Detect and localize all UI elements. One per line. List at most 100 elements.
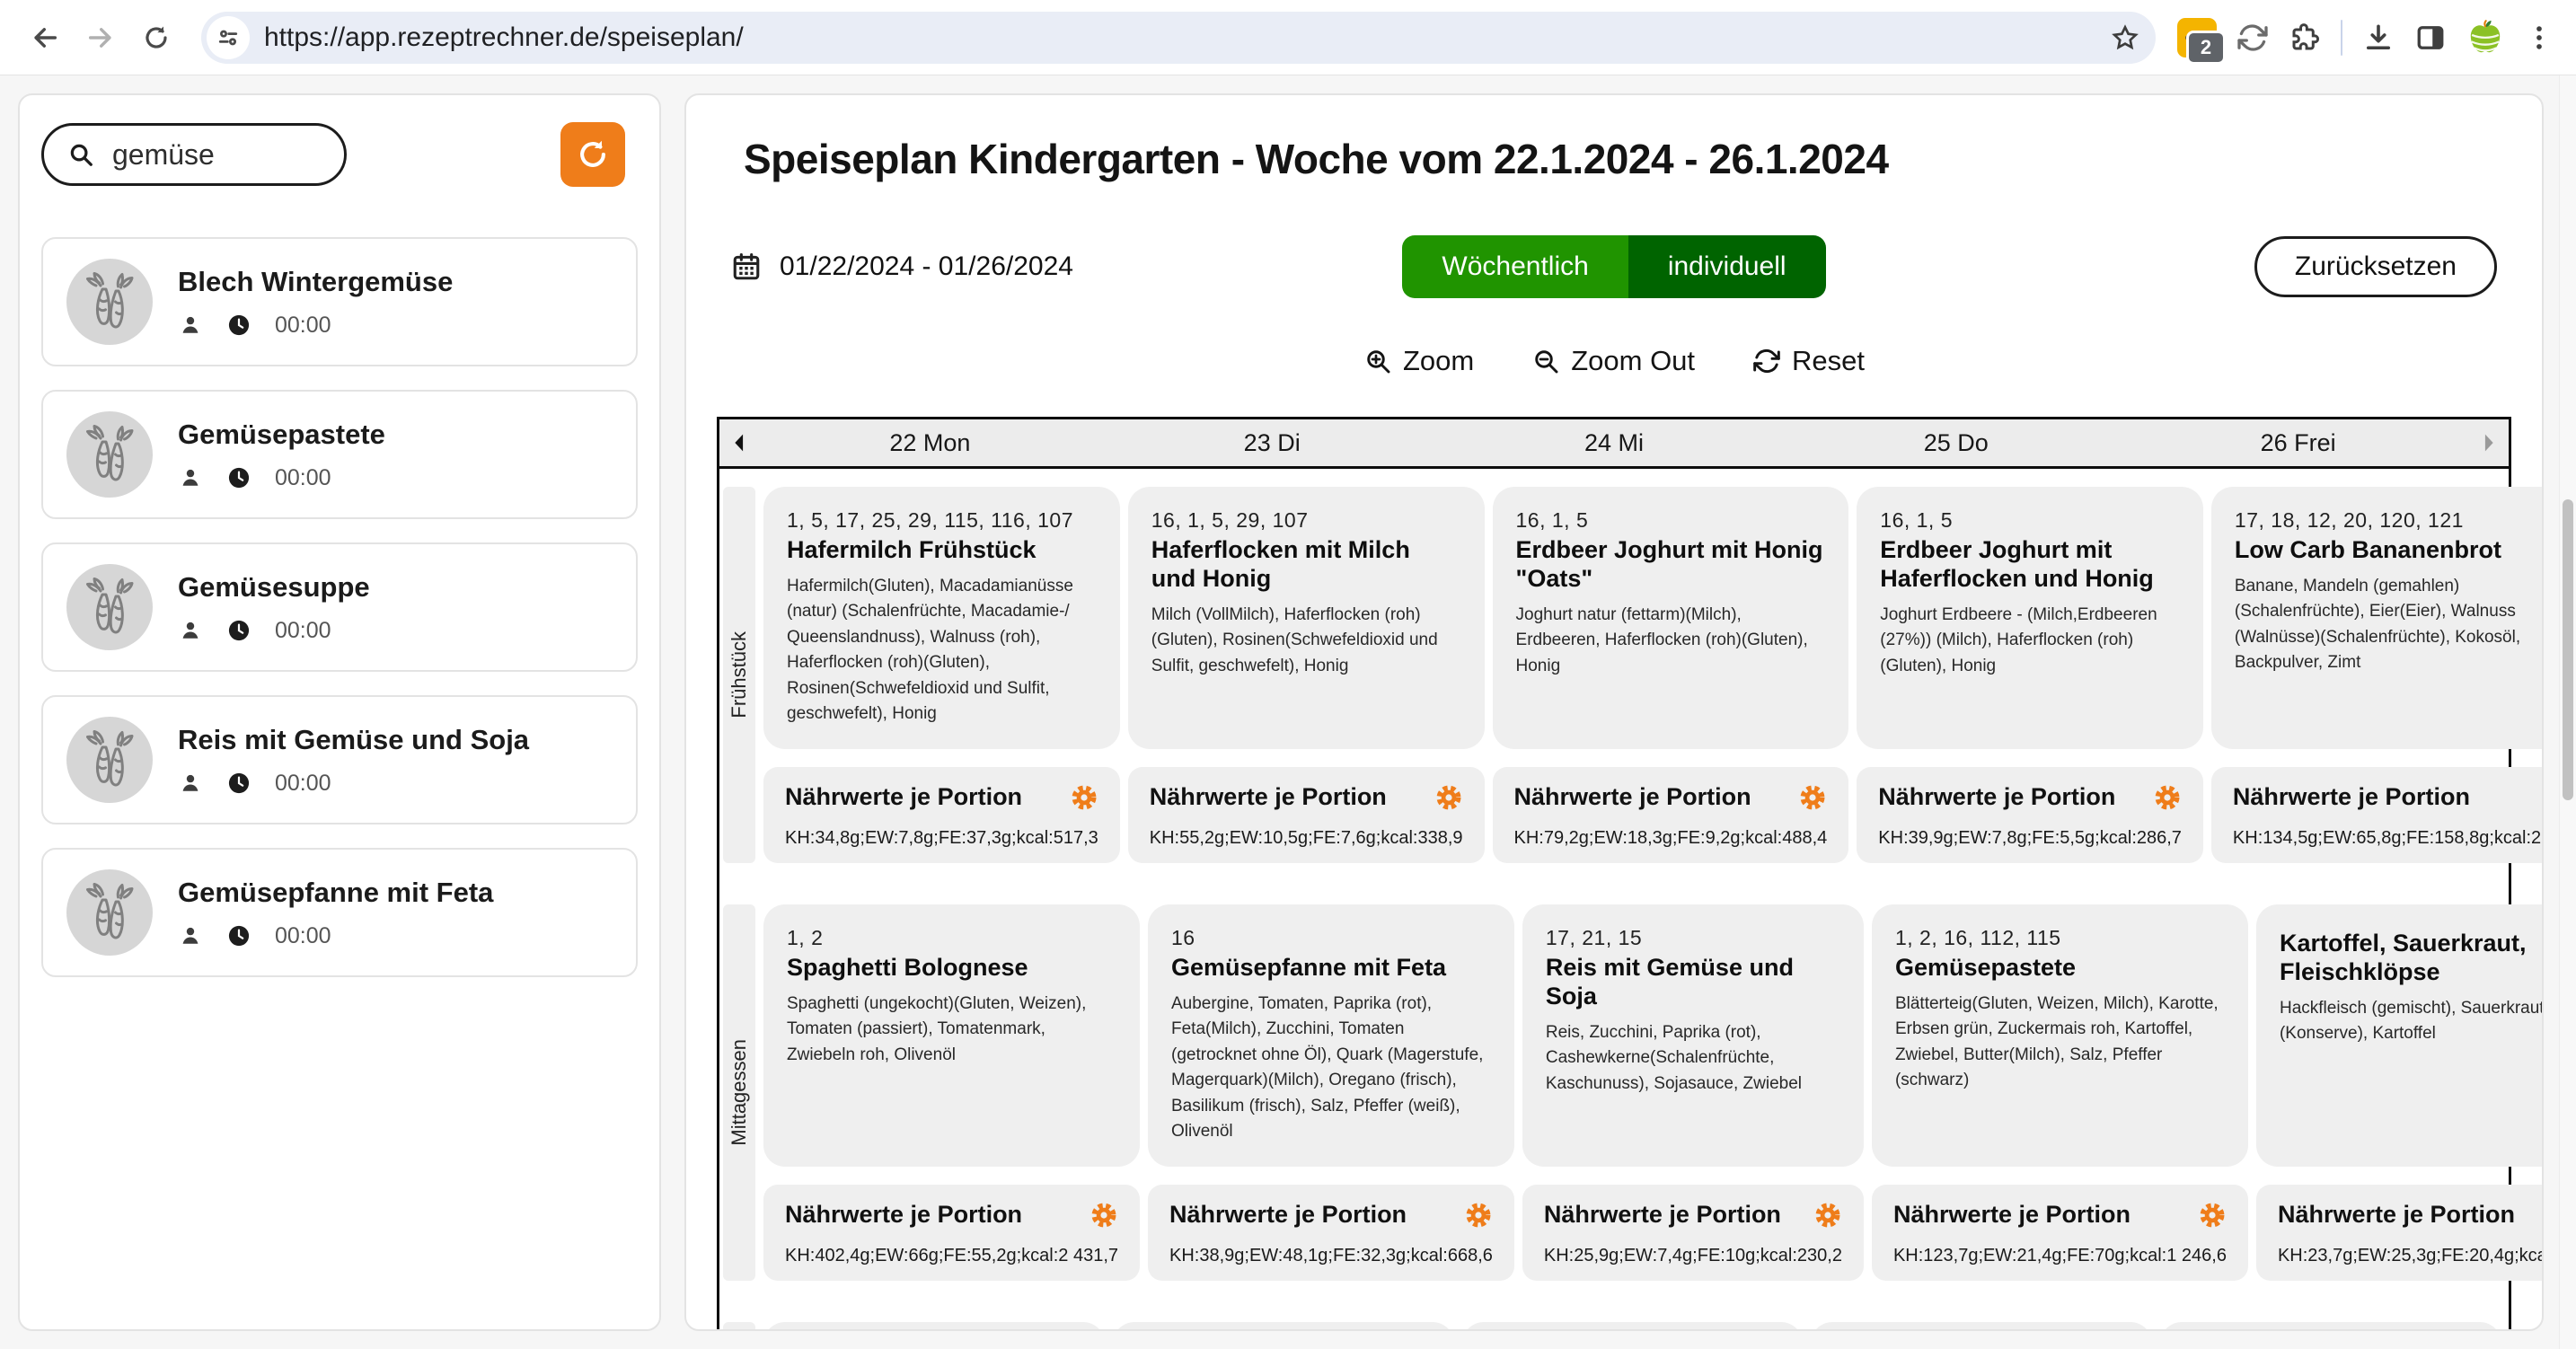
- nutrition-label: Nährwerte je Portion: [1892, 1201, 2131, 1229]
- magnifier-minus-icon: [1531, 347, 1560, 375]
- recipe-search[interactable]: [41, 123, 347, 186]
- meal-card[interactable]: 1, 2, 16, 112, 115 Gemüsepastete Blätter…: [1871, 904, 2248, 1167]
- gear-icon[interactable]: [1798, 783, 1827, 812]
- extensions-puzzle-icon[interactable]: [2289, 22, 2321, 54]
- zoom-reset-label: Reset: [1792, 345, 1866, 376]
- carrot-avatar-icon: [66, 869, 153, 956]
- nutrition-label: Nährwerte je Portion: [2232, 783, 2470, 811]
- search-input[interactable]: [110, 137, 312, 172]
- reset-arrows-icon: [1752, 347, 1781, 375]
- meal-title: Gemüsepastete: [1894, 953, 2077, 981]
- meal-card[interactable]: 1, 2, 16, 12, 115, 120, 121 Kekse mit Nu…: [1811, 1321, 2153, 1329]
- prev-week-button[interactable]: [719, 430, 759, 455]
- gear-icon[interactable]: [1070, 783, 1098, 812]
- zoom-in-button[interactable]: Zoom: [1363, 345, 1474, 377]
- nutrition-card: Nährwerte je Portion KH:23,7g; EW:25,3g; F…: [2255, 1184, 2542, 1281]
- meal-ingredients: Hackfleisch (gemischt), Sauerkraut (Kons…: [2279, 998, 2544, 1044]
- site-info-icon: [215, 24, 242, 51]
- meal-row-lunch: Mittagessen 1, 2 Spaghetti Bolognese Spa…: [723, 904, 2542, 1281]
- toggle-weekly[interactable]: Wöchentlich: [1402, 235, 1628, 298]
- recipe-card[interactable]: Gemüsepastete 00:00: [41, 390, 638, 519]
- gear-icon[interactable]: [1434, 783, 1463, 812]
- nutrition-card: Nährwerte je Portion KH:38,9g; EW:48,1g; F…: [1148, 1184, 1514, 1281]
- zoom-out-button[interactable]: Zoom Out: [1531, 345, 1695, 377]
- page-title: Speiseplan Kindergarten - Woche vom 22.1…: [744, 136, 1889, 182]
- meal-title: Erdbeer Joghurt mit Haferflocken und Hon…: [1880, 536, 2154, 592]
- row-label: Frühstück: [723, 487, 755, 863]
- calendar-icon: [731, 251, 762, 282]
- meal-card[interactable]: 1, 5, 17, 25, 29, 115, 116, 107 Hafermil…: [763, 487, 1120, 749]
- recipe-card[interactable]: Gemüsepfanne mit Feta 00:00: [41, 848, 638, 977]
- nutrition-label: Nährwerte je Portion: [2277, 1201, 2516, 1229]
- nutrition-card: Nährwerte je Portion KH:79,2g; EW:18,3g; F…: [1492, 766, 1849, 863]
- meal-card[interactable]: 16 Obstsalat klein Ananas, Banane, Apfel…: [1112, 1321, 1454, 1329]
- reload-button[interactable]: [133, 14, 180, 61]
- reset-plan-button[interactable]: Zurücksetzen: [2254, 236, 2497, 297]
- refresh-recipes-button[interactable]: [560, 122, 625, 187]
- meal-card[interactable]: 16, 17, 25 Gesunder Snack Hüttenkäse(Mil…: [763, 1321, 1105, 1329]
- recipe-card[interactable]: Gemüsesuppe 00:00: [41, 542, 638, 672]
- clock-icon: [226, 771, 251, 796]
- nutrition-label: Nährwerte je Portion: [1543, 1201, 1781, 1229]
- address-bar[interactable]: https://app.rezeptrechner.de/speiseplan/: [201, 11, 2156, 64]
- meal-title: Low Carb Bananenbrot: [2234, 536, 2501, 563]
- side-panel-icon[interactable]: [2414, 22, 2447, 54]
- nutrition-values: KH:134,5g;EW:65,8g;FE:158,8g;kcal:2 302,…: [2232, 827, 2542, 848]
- meal-card[interactable]: 1, 5, 17, 18, 29, 28, 107 Müsli Riegel v…: [2160, 1321, 2501, 1329]
- meal-ingredients: Milch (VollMilch), Haferflocken (roh)(Gl…: [1151, 604, 1438, 675]
- meal-plan-panel: Speiseplan Kindergarten - Woche vom 22.1…: [684, 93, 2544, 1331]
- nutrition-values: KH:402,4g; EW:66g; FE:55,2g; kcal:2 431,7: [785, 1245, 1118, 1265]
- meal-title: Reis mit Gemüse und Soja: [1545, 953, 1794, 1010]
- gear-icon[interactable]: [2153, 783, 2182, 812]
- meal-plan-table: 22 Mon 23 Di 24 Mi 25 Do 26 Frei Frühstü…: [717, 417, 2542, 1329]
- toggle-individual[interactable]: individuell: [1628, 235, 1826, 298]
- zoom-out-label: Zoom Out: [1571, 345, 1696, 376]
- meal-card[interactable]: 16 Gemüsepfanne mit Feta Aubergine, Toma…: [1148, 904, 1514, 1167]
- gear-icon[interactable]: [2198, 1201, 2227, 1230]
- allergen-numbers: 16, 1, 5: [1515, 508, 1589, 532]
- meal-card[interactable]: 16, 1, 5 Erdbeer Joghurt mit Honig "Oats…: [1492, 487, 1849, 749]
- date-range-picker[interactable]: 01/22/2024 - 01/26/2024: [731, 251, 1402, 282]
- recipe-card[interactable]: Reis mit Gemüse und Soja 00:00: [41, 695, 638, 824]
- view-toggle: Wöchentlich individuell: [1402, 235, 1826, 298]
- nutrition-card: Nährwerte je Portion KH:134,5g; EW:65,8g;…: [2210, 766, 2542, 863]
- bookmark-button[interactable]: [2104, 16, 2147, 59]
- carrot-avatar-icon: [66, 717, 153, 803]
- download-icon[interactable]: [2362, 22, 2395, 54]
- meal-ingredients: Aubergine, Tomaten, Paprika (rot), Feta(…: [1171, 993, 1484, 1142]
- recipe-time: 00:00: [275, 770, 331, 796]
- meal-card[interactable]: 1, 2 Spaghetti Bolognese Spaghetti (unge…: [763, 904, 1140, 1167]
- meal-card[interactable]: 12, 17, 18, 16, 20, 110, 115 Karottenkuc…: [1461, 1321, 1804, 1329]
- meal-card[interactable]: 16, 1, 5 Erdbeer Joghurt mit Haferflocke…: [1857, 487, 2203, 749]
- gear-icon[interactable]: [1464, 1201, 1493, 1230]
- site-info-button[interactable]: [207, 15, 250, 59]
- extension-button[interactable]: 2: [2177, 17, 2226, 65]
- nutrition-card: Nährwerte je Portion KH:25,9g; EW:7,4g; FE…: [1522, 1184, 1864, 1281]
- meal-card[interactable]: 17, 21, 15 Reis mit Gemüse und Soja Reis…: [1522, 904, 1864, 1167]
- page-scrollbar[interactable]: [2559, 75, 2576, 1349]
- recipe-title: Gemüsesuppe: [178, 570, 370, 603]
- meal-ingredients: Reis, Zucchini, Paprika (rot), Cashewker…: [1545, 1022, 1803, 1093]
- allergen-numbers: 16, 1, 5, 29, 107: [1151, 508, 1309, 532]
- menu-kebab-icon[interactable]: [2524, 22, 2554, 53]
- nutrition-label: Nährwerte je Portion: [785, 1201, 1023, 1229]
- meal-card[interactable]: 16, 1, 5, 29, 107 Haferflocken mit Milch…: [1127, 487, 1485, 749]
- recipe-card[interactable]: Blech Wintergemüse 00:00: [41, 237, 638, 366]
- gear-icon[interactable]: [1813, 1201, 1842, 1230]
- next-week-button[interactable]: [2469, 430, 2509, 455]
- scrollbar-thumb[interactable]: [2563, 499, 2573, 800]
- back-button[interactable]: [22, 14, 68, 61]
- meal-card[interactable]: 17, 18, 12, 20, 120, 121 Low Carb Banane…: [2210, 487, 2542, 749]
- app-logo-icon[interactable]: [2466, 19, 2504, 57]
- day-header: 25 Do: [1923, 428, 1989, 456]
- allergen-numbers: 1, 2: [787, 925, 824, 949]
- gear-icon[interactable]: [1090, 1201, 1118, 1230]
- zoom-controls: Zoom Zoom Out Reset: [717, 345, 2511, 377]
- forward-button[interactable]: [77, 14, 124, 61]
- zoom-reset-button[interactable]: Reset: [1752, 345, 1865, 377]
- url-text[interactable]: https://app.rezeptrechner.de/speiseplan/: [264, 22, 2104, 53]
- meal-card[interactable]: Kartoffel, Sauerkraut, Fleischklöpse Hac…: [2255, 904, 2544, 1167]
- recipe-title: Reis mit Gemüse und Soja: [178, 723, 530, 755]
- recipe-title: Gemüsepastete: [178, 418, 385, 450]
- recycle-extension-icon[interactable]: [2236, 22, 2269, 54]
